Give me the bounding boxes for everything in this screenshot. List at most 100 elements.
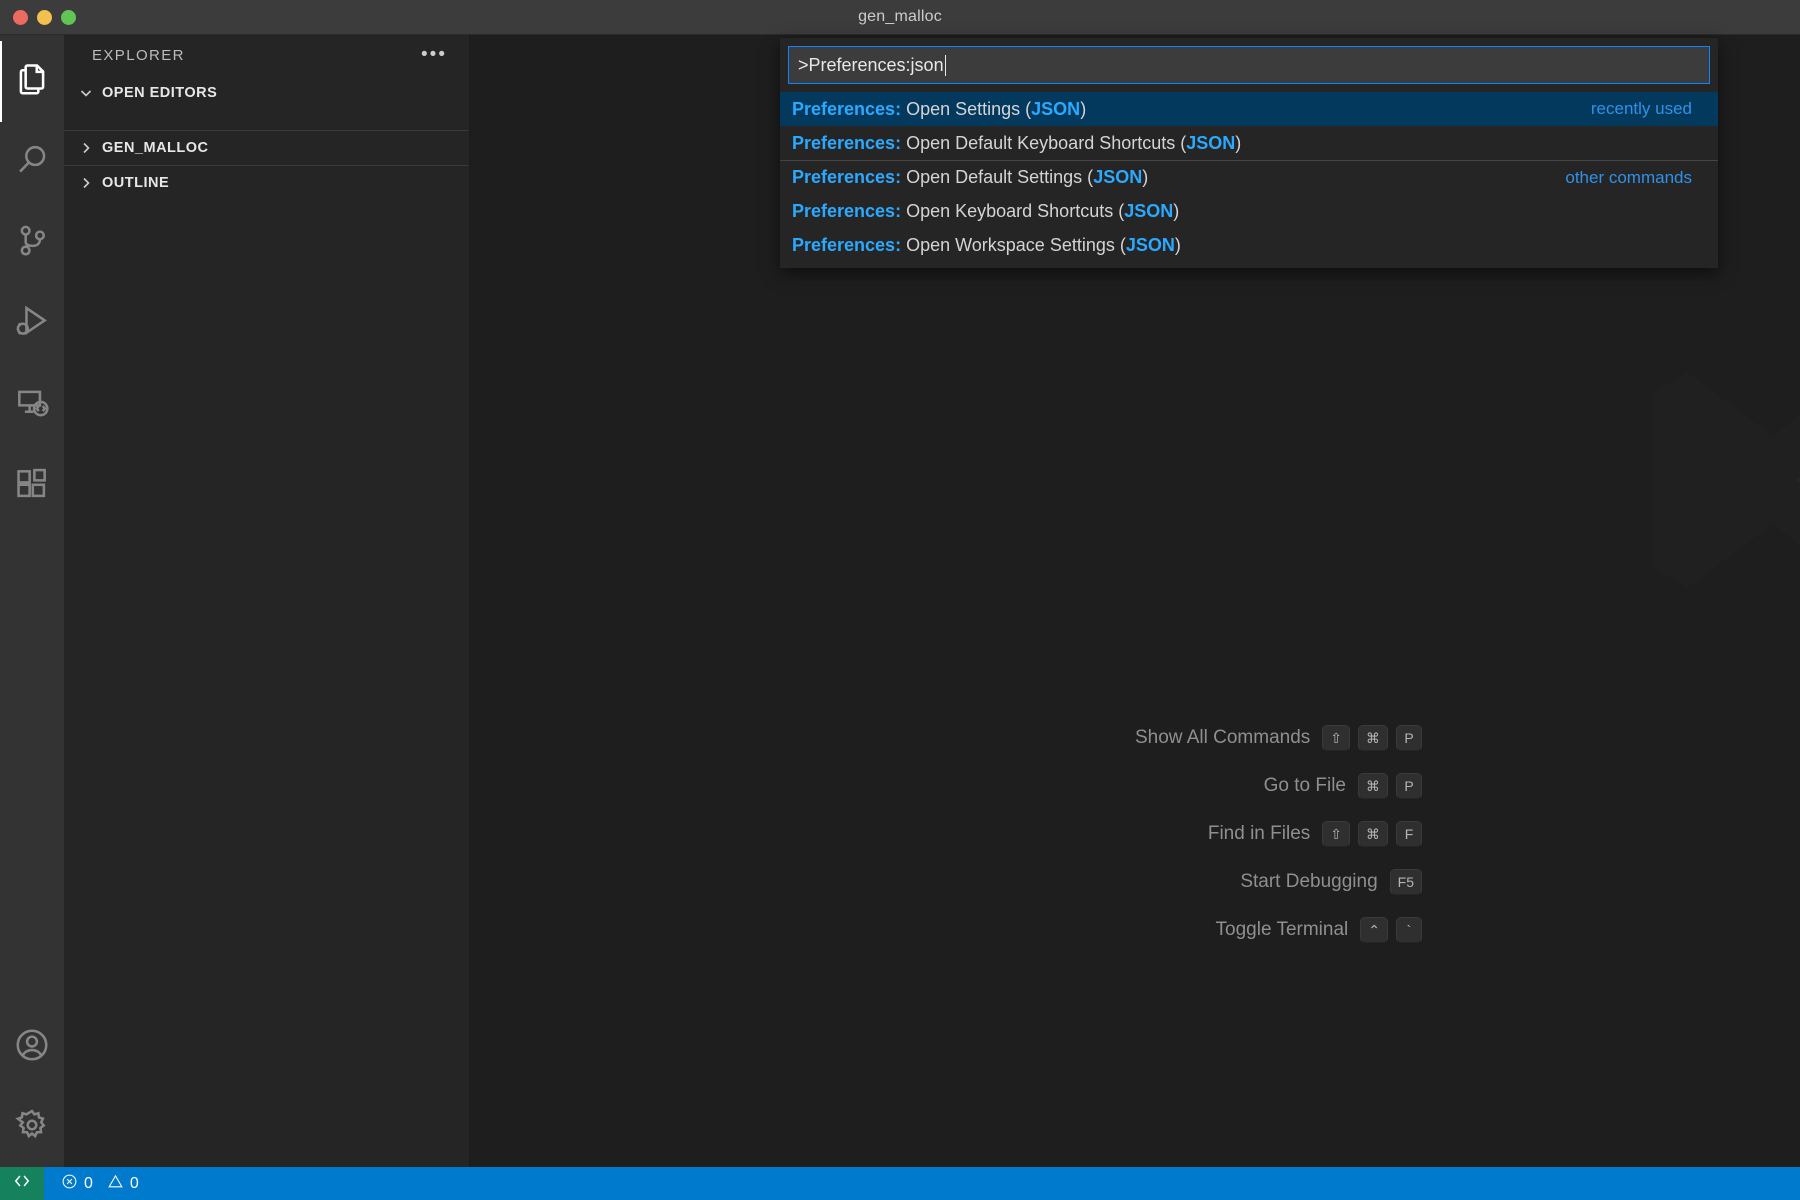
- activity-item-run-and-debug[interactable]: [0, 284, 64, 365]
- command-match: JSON: [1124, 201, 1173, 221]
- shortcut-keys: ⌃ `: [1360, 917, 1422, 943]
- shortcut-keys: ⇧ ⌘ F: [1322, 821, 1422, 847]
- command-group-label: other commands: [1565, 168, 1692, 188]
- window-title: gen_malloc: [0, 8, 1800, 26]
- command-palette-item[interactable]: Preferences: Open Workspace Settings (JS…: [780, 228, 1718, 262]
- minimize-window-button[interactable]: [37, 10, 52, 25]
- sidebar-header: EXPLORER •••: [64, 35, 469, 75]
- command-category: Preferences:: [792, 235, 901, 255]
- command-text-after: ): [1080, 99, 1086, 119]
- sidebar-explorer: EXPLORER ••• OPEN EDITORS GEN_MALLOC: [64, 35, 470, 1167]
- status-problems[interactable]: 0 0: [56, 1173, 144, 1195]
- traffic-lights: [0, 10, 76, 25]
- command-palette-results: Preferences: Open Settings (JSON) recent…: [780, 92, 1718, 268]
- remote-explorer-icon: [13, 384, 51, 427]
- shortcut-label: Go to File: [1264, 775, 1346, 797]
- key-cap: F: [1396, 821, 1422, 847]
- key-cap: P: [1396, 773, 1422, 799]
- command-palette-item[interactable]: Preferences: Open Default Settings (JSON…: [780, 160, 1718, 194]
- status-bar: 0 0: [0, 1167, 1800, 1200]
- vscode-logo-watermark: [1590, 300, 1800, 660]
- command-text-before: Open Workspace Settings (: [901, 235, 1126, 255]
- account-icon: [13, 1026, 51, 1069]
- chevron-down-icon: [78, 85, 94, 101]
- command-palette-item-label: Preferences: Open Workspace Settings (JS…: [792, 235, 1181, 256]
- sidebar-title: EXPLORER: [92, 47, 185, 64]
- status-remote-indicator[interactable]: [0, 1167, 44, 1200]
- key-cap: `: [1396, 917, 1422, 943]
- command-text-before: Open Settings (: [901, 99, 1031, 119]
- shortcut-label: Toggle Terminal: [1216, 919, 1349, 941]
- sidebar-more-actions-icon[interactable]: •••: [421, 50, 447, 60]
- command-category: Preferences:: [792, 201, 901, 221]
- command-palette-input-value: >Preferences:json: [798, 55, 944, 76]
- command-category: Preferences:: [792, 167, 901, 187]
- activity-item-source-control[interactable]: [0, 203, 64, 284]
- run-debug-icon: [13, 303, 51, 346]
- activity-item-extensions[interactable]: [0, 446, 64, 527]
- remote-indicator-icon: [12, 1171, 32, 1196]
- command-text-before: Open Default Keyboard Shortcuts (: [901, 133, 1186, 153]
- command-match: JSON: [1186, 133, 1235, 153]
- command-palette-item[interactable]: Preferences: Open Keyboard Shortcuts (JS…: [780, 194, 1718, 228]
- command-text-before: Open Keyboard Shortcuts (: [901, 201, 1124, 221]
- activity-item-search[interactable]: [0, 122, 64, 203]
- shortcut-go-to-file[interactable]: Go to File ⌘ P: [1135, 773, 1422, 799]
- key-cap: ⌃: [1360, 917, 1388, 943]
- command-palette-item[interactable]: Preferences: Open Settings (JSON) recent…: [780, 92, 1718, 126]
- activity-bar-spacer: [0, 527, 64, 1007]
- sidebar-section-label: GEN_MALLOC: [102, 140, 209, 156]
- key-cap: P: [1396, 725, 1422, 751]
- sidebar-section-outline[interactable]: OUTLINE: [64, 165, 469, 200]
- sidebar-section-label: OPEN EDITORS: [102, 85, 217, 101]
- command-palette-item-label: Preferences: Open Default Keyboard Short…: [792, 133, 1241, 154]
- key-cap: F5: [1390, 869, 1422, 895]
- vscode-window: gen_malloc: [0, 0, 1800, 1200]
- source-control-icon: [13, 222, 51, 265]
- command-text-after: ): [1173, 201, 1179, 221]
- command-match: JSON: [1126, 235, 1175, 255]
- shortcut-toggle-terminal[interactable]: Toggle Terminal ⌃ `: [1135, 917, 1422, 943]
- shortcut-find-in-files[interactable]: Find in Files ⇧ ⌘ F: [1135, 821, 1422, 847]
- shortcut-show-all-commands[interactable]: Show All Commands ⇧ ⌘ P: [1135, 725, 1422, 751]
- key-cap: ⇧: [1322, 821, 1350, 847]
- key-cap: ⌘: [1358, 725, 1388, 751]
- activity-item-accounts[interactable]: [0, 1007, 64, 1087]
- command-category: Preferences:: [792, 133, 901, 153]
- status-bar-left: 0 0: [44, 1167, 156, 1200]
- activity-item-manage-settings[interactable]: [0, 1087, 64, 1167]
- command-palette-item[interactable]: Preferences: Open Default Keyboard Short…: [780, 126, 1718, 160]
- text-cursor: [945, 55, 946, 76]
- activity-item-remote-explorer[interactable]: [0, 365, 64, 446]
- command-text-after: ): [1175, 235, 1181, 255]
- search-icon: [13, 141, 51, 184]
- status-warnings-count: 0: [130, 1175, 139, 1193]
- shortcut-keys: F5: [1390, 869, 1422, 895]
- command-palette-input-container: >Preferences:json: [780, 46, 1718, 92]
- shortcut-start-debugging[interactable]: Start Debugging F5: [1135, 869, 1422, 895]
- status-errors-count: 0: [84, 1175, 93, 1193]
- sidebar-section-open-editors[interactable]: OPEN EDITORS: [64, 75, 469, 110]
- files-icon: [13, 60, 51, 103]
- command-text-after: ): [1235, 133, 1241, 153]
- shortcut-label: Find in Files: [1208, 823, 1310, 845]
- command-palette-input[interactable]: >Preferences:json: [788, 46, 1710, 84]
- shortcut-label: Start Debugging: [1240, 871, 1377, 893]
- sidebar-section-gen-malloc[interactable]: GEN_MALLOC: [64, 130, 469, 165]
- command-palette-item-label: Preferences: Open Default Settings (JSON…: [792, 167, 1148, 188]
- error-circle-icon: [61, 1173, 78, 1195]
- shortcut-keys: ⌘ P: [1358, 773, 1422, 799]
- shortcut-keys: ⇧ ⌘ P: [1322, 725, 1422, 751]
- warning-triangle-icon: [107, 1173, 124, 1195]
- chevron-right-icon: [78, 175, 94, 191]
- maximize-window-button[interactable]: [61, 10, 76, 25]
- key-cap: ⌘: [1358, 773, 1388, 799]
- activity-item-explorer[interactable]: [0, 41, 64, 122]
- command-match: JSON: [1031, 99, 1080, 119]
- gear-icon: [13, 1106, 51, 1149]
- command-group-label: recently used: [1591, 99, 1692, 119]
- command-match: JSON: [1093, 167, 1142, 187]
- title-bar: gen_malloc: [0, 0, 1800, 35]
- welcome-shortcuts-list: Show All Commands ⇧ ⌘ P Go to File ⌘ P: [1135, 725, 1422, 943]
- close-window-button[interactable]: [13, 10, 28, 25]
